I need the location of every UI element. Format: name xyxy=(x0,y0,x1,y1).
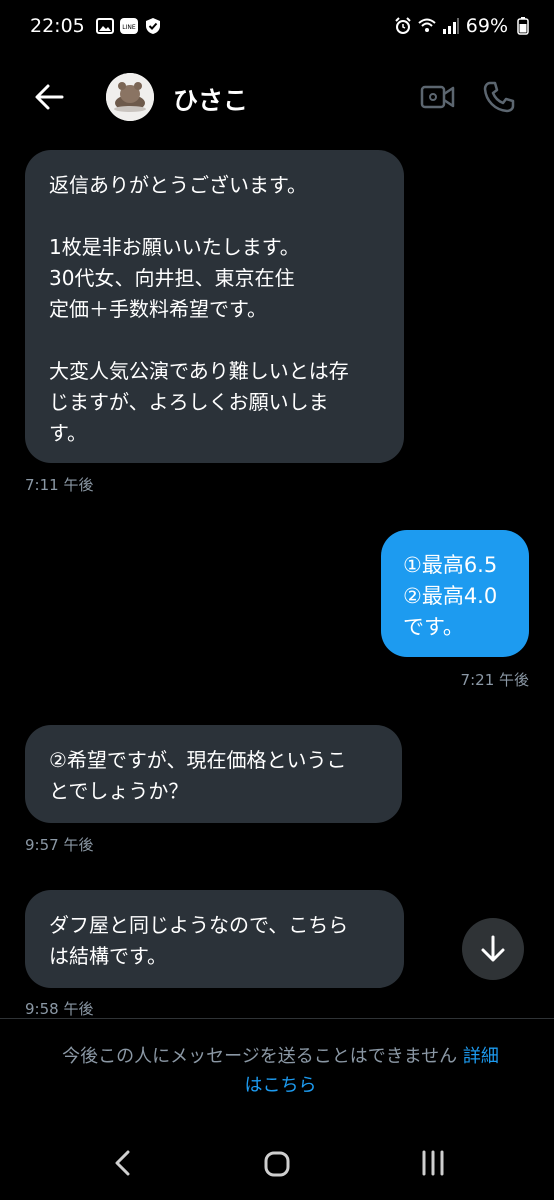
message-timestamp: 7:11 午後 xyxy=(25,476,94,494)
avatar[interactable] xyxy=(106,73,154,121)
alarm-icon xyxy=(395,17,411,34)
line-icon: LINE xyxy=(120,18,138,34)
message-bubble-sent[interactable]: ①最高6.5 ②最高4.0 です。 xyxy=(381,530,529,657)
phone-icon[interactable] xyxy=(482,80,516,114)
details-link[interactable]: 詳細 xyxy=(463,1046,499,1067)
shield-check-icon xyxy=(146,18,160,34)
conversation-header: ひさこ xyxy=(0,60,554,134)
gallery-icon xyxy=(96,18,114,34)
nav-recent-apps-icon[interactable] xyxy=(418,1150,448,1176)
notice-text: 今後この人にメッセージを送ることはできません xyxy=(62,1046,458,1067)
svg-text:LINE: LINE xyxy=(122,24,136,31)
battery-percent: 69% xyxy=(465,15,508,37)
status-notification-icons: LINE xyxy=(96,17,162,35)
contact-name[interactable]: ひさこ xyxy=(173,81,248,117)
status-right-group: 69% xyxy=(394,15,532,37)
status-time: 22:05 xyxy=(30,15,85,37)
signal-icon xyxy=(442,18,459,34)
scroll-to-bottom-button[interactable] xyxy=(462,918,524,980)
status-bar: 22:05 LINE 69% xyxy=(0,0,554,54)
message-timestamp: 7:21 午後 xyxy=(460,671,529,689)
details-link-continued[interactable]: はこちら xyxy=(245,1075,317,1096)
system-navigation-bar xyxy=(0,1120,554,1200)
avatar-image xyxy=(106,73,154,121)
video-call-icon[interactable] xyxy=(420,82,456,112)
divider xyxy=(0,1018,554,1019)
message-timestamp: 9:58 午後 xyxy=(25,1000,94,1018)
back-arrow-icon[interactable] xyxy=(32,80,68,114)
arrow-down-icon xyxy=(481,935,505,962)
dm-restricted-notice: 今後この人にメッセージを送ることはできません 詳細 はこちら xyxy=(28,1042,533,1100)
nav-back-icon[interactable] xyxy=(110,1148,136,1178)
message-bubble-received[interactable]: ダフ屋と同じようなので、こちら は結構です。 xyxy=(25,890,404,988)
nav-home-icon[interactable] xyxy=(263,1150,291,1178)
message-bubble-received[interactable]: 返信ありがとうございます。 1枚是非お願いいたします。 30代女、向井担、東京在… xyxy=(25,150,404,463)
message-timestamp: 9:57 午後 xyxy=(25,836,94,854)
wifi-icon xyxy=(418,18,436,32)
battery-icon xyxy=(517,17,529,35)
message-bubble-received[interactable]: ②希望ですが、現在価格というこ とでしょうか？ xyxy=(25,725,402,823)
